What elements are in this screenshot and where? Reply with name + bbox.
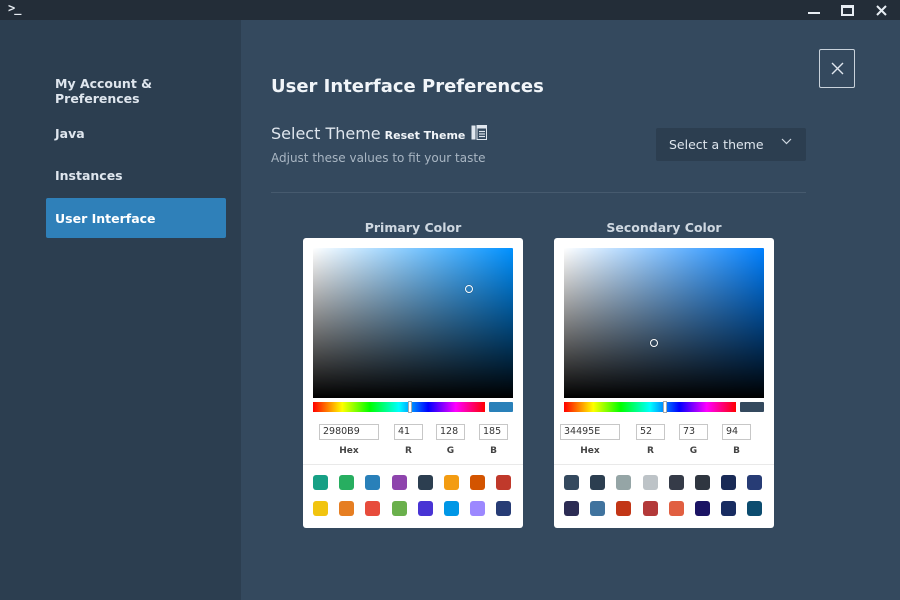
primary-swatch-12[interactable] [391, 501, 407, 516]
theme-header: Select Theme Reset Theme [271, 124, 488, 143]
secondary-b-label: B [733, 446, 740, 456]
sidebar-item-java[interactable]: Java [46, 113, 226, 153]
primary-swatch-8[interactable] [496, 475, 512, 490]
primary-hex-label: Hex [339, 446, 359, 456]
primary-r-input[interactable]: 41 [394, 424, 423, 440]
secondary-swatch-11[interactable] [616, 501, 632, 516]
primary-g-input[interactable]: 128 [436, 424, 465, 440]
primary-saturation-area[interactable] [313, 248, 513, 398]
primary-r-label: R [405, 446, 412, 456]
primary-swatch-9[interactable] [313, 501, 328, 516]
close-icon [831, 62, 843, 75]
primary-swatch-4[interactable] [391, 475, 407, 490]
primary-color-label: Primary Color [364, 220, 462, 235]
secondary-swatch-14[interactable] [695, 501, 710, 516]
secondary-swatch-13[interactable] [668, 501, 684, 516]
divider [271, 192, 806, 193]
primary-swatch-14[interactable] [444, 501, 459, 516]
terminal-icon: >_ [8, 1, 21, 15]
window-close-button[interactable] [867, 0, 895, 20]
secondary-g-label: G [689, 446, 698, 456]
secondary-swatch-10[interactable] [590, 501, 606, 516]
minimize-button[interactable] [800, 0, 828, 20]
preferences-panel: User Interface Preferences Select Theme … [241, 20, 900, 600]
theme-subtitle: Adjust these values to fit your taste [271, 151, 486, 165]
select-theme-heading: Select Theme [271, 124, 381, 143]
secondary-hex-label: Hex [580, 446, 600, 456]
secondary-hex-input[interactable]: 34495E [560, 424, 620, 440]
secondary-swatch-5[interactable] [668, 475, 684, 490]
maximize-icon [840, 4, 854, 16]
close-button[interactable] [819, 49, 855, 88]
secondary-hue-thumb[interactable] [663, 401, 667, 413]
layout-icon[interactable] [471, 125, 488, 140]
secondary-r-label: R [647, 446, 654, 456]
title-bar: >_ [0, 0, 900, 20]
secondary-swatch-3[interactable] [616, 475, 632, 490]
secondary-swatch-8[interactable] [747, 475, 763, 490]
primary-swatch-5[interactable] [417, 475, 433, 490]
primary-swatch-1[interactable] [313, 475, 328, 490]
secondary-swatch-16[interactable] [747, 501, 763, 516]
sidebar-item-account[interactable]: My Account & Preferences [46, 71, 226, 111]
secondary-swatch-4[interactable] [642, 475, 658, 490]
secondary-color-label: Secondary Color [606, 220, 722, 235]
primary-saturation-cursor[interactable] [465, 285, 473, 293]
primary-hex-input[interactable]: 2980B9 [319, 424, 379, 440]
secondary-color-picker: 34495E 52 73 94 Hex R G B [554, 238, 774, 528]
window-close-icon [875, 4, 887, 16]
chevron-down-icon [781, 138, 792, 145]
primary-swatch-11[interactable] [365, 501, 381, 516]
sidebar-item-instances[interactable]: Instances [46, 155, 226, 195]
secondary-b-input[interactable]: 94 [722, 424, 751, 440]
theme-select-value: Select a theme [669, 137, 764, 152]
secondary-swatch-9[interactable] [564, 501, 579, 516]
secondary-r-input[interactable]: 52 [636, 424, 665, 440]
secondary-color-preview [740, 402, 764, 412]
sidebar-item-user-interface[interactable]: User Interface [46, 198, 226, 238]
secondary-swatch-1[interactable] [564, 475, 579, 490]
primary-color-preview [489, 402, 513, 412]
reset-theme-button[interactable]: Reset Theme [385, 129, 466, 142]
minimize-icon [808, 12, 820, 14]
primary-swatch-7[interactable] [470, 475, 486, 490]
secondary-swatch-2[interactable] [590, 475, 606, 490]
theme-select[interactable]: Select a theme [656, 128, 806, 161]
primary-swatch-16[interactable] [496, 501, 512, 516]
primary-b-input[interactable]: 185 [479, 424, 508, 440]
primary-g-label: G [446, 446, 455, 456]
primary-swatch-15[interactable] [470, 501, 486, 516]
maximize-button[interactable] [833, 0, 861, 20]
secondary-hue-slider[interactable] [564, 401, 736, 413]
page-title: User Interface Preferences [271, 76, 544, 97]
primary-color-picker: 2980B9 41 128 185 Hex R G B [303, 238, 523, 528]
primary-b-label: B [490, 446, 497, 456]
primary-hue-slider[interactable] [313, 401, 485, 413]
secondary-g-input[interactable]: 73 [679, 424, 708, 440]
sidebar: My Account & Preferences Java Instances … [0, 20, 241, 600]
primary-hue-thumb[interactable] [408, 401, 412, 413]
primary-swatch-10[interactable] [339, 501, 355, 516]
secondary-saturation-cursor[interactable] [650, 339, 658, 347]
primary-swatch-2[interactable] [339, 475, 355, 490]
secondary-swatch-7[interactable] [721, 475, 737, 490]
secondary-saturation-area[interactable] [564, 248, 764, 398]
primary-swatch-13[interactable] [417, 501, 433, 516]
secondary-swatch-6[interactable] [695, 475, 710, 490]
secondary-swatch-12[interactable] [642, 501, 658, 516]
primary-swatch-6[interactable] [444, 475, 459, 490]
primary-swatch-3[interactable] [365, 475, 381, 490]
secondary-swatch-15[interactable] [721, 501, 737, 516]
